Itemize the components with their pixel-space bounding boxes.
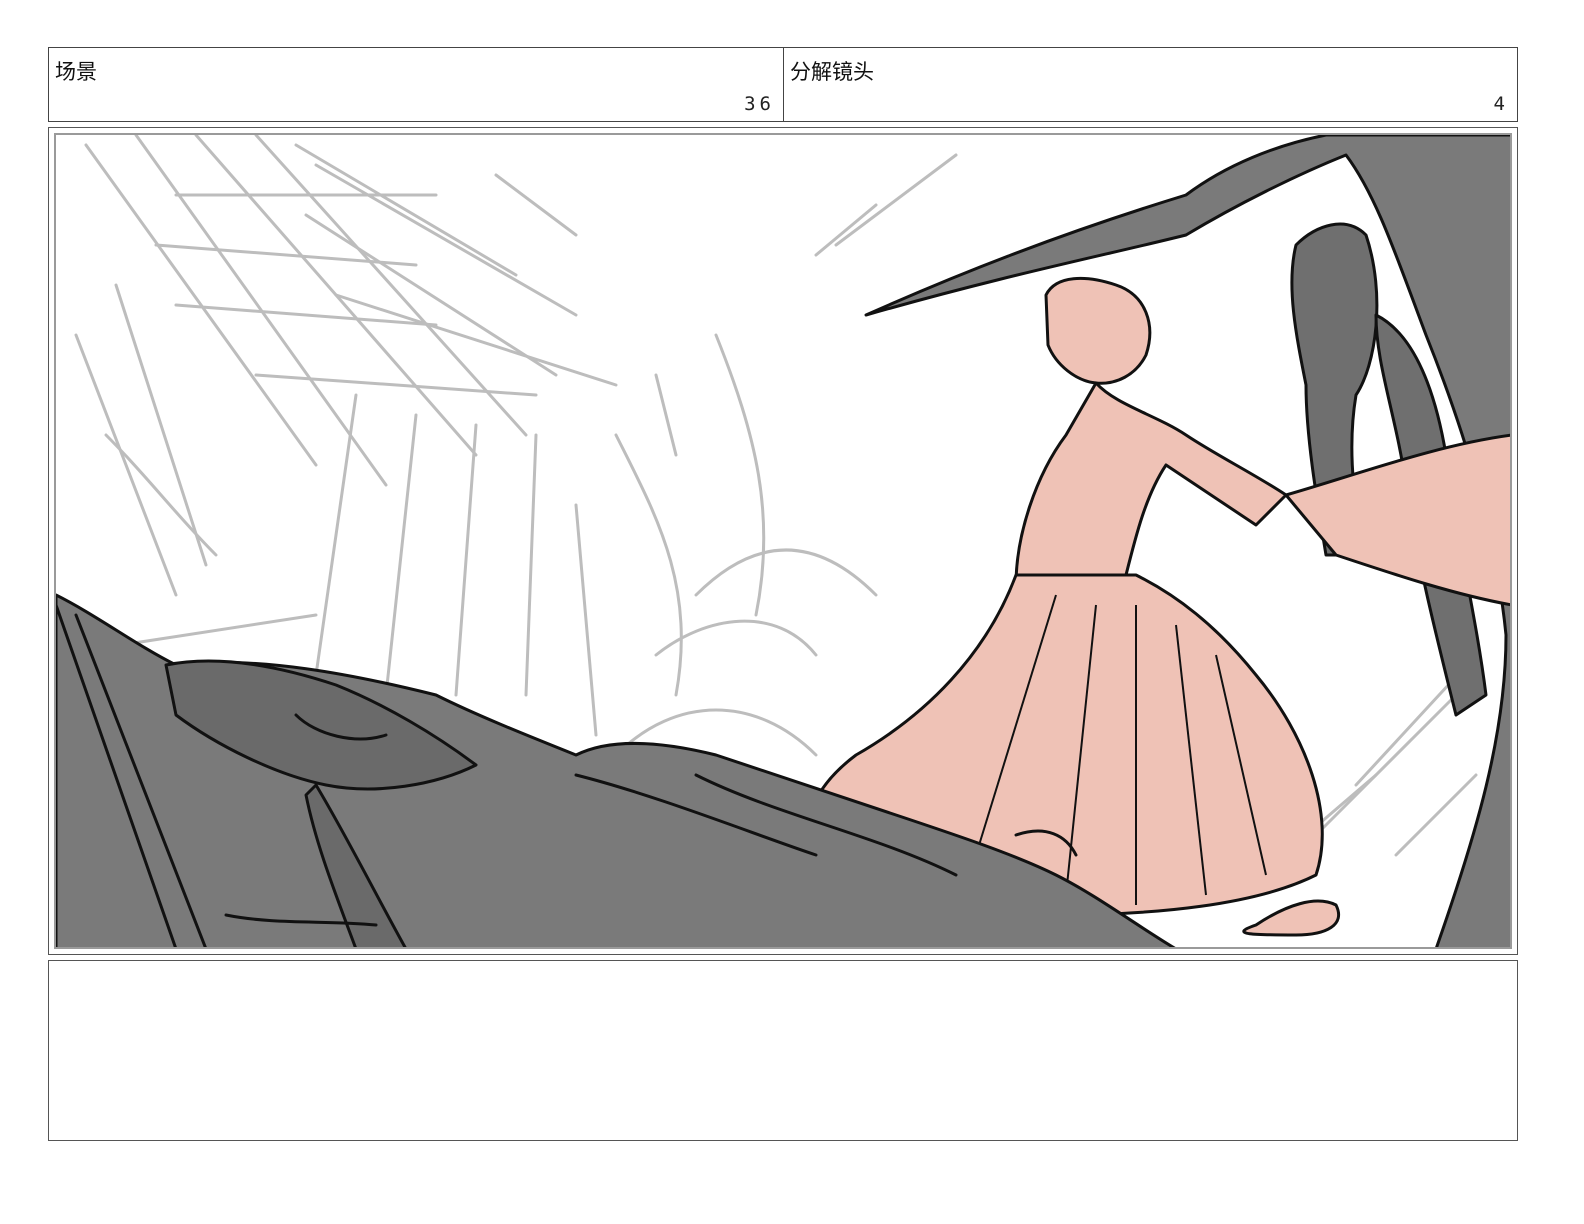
notes-box <box>48 960 1518 1141</box>
shot-number: 4 <box>1493 93 1509 115</box>
storyboard-panel <box>48 127 1518 955</box>
storyboard-drawing <box>56 135 1510 947</box>
shot-cell: 分解镜头 4 <box>784 48 1517 121</box>
scene-number: 36 <box>744 93 775 115</box>
scene-label: 场景 <box>55 60 97 84</box>
storyboard-header: 场景 36 分解镜头 4 <box>48 47 1518 122</box>
scene-cell: 场景 36 <box>49 48 784 121</box>
shot-label: 分解镜头 <box>790 60 874 84</box>
panel-frame <box>54 133 1512 949</box>
